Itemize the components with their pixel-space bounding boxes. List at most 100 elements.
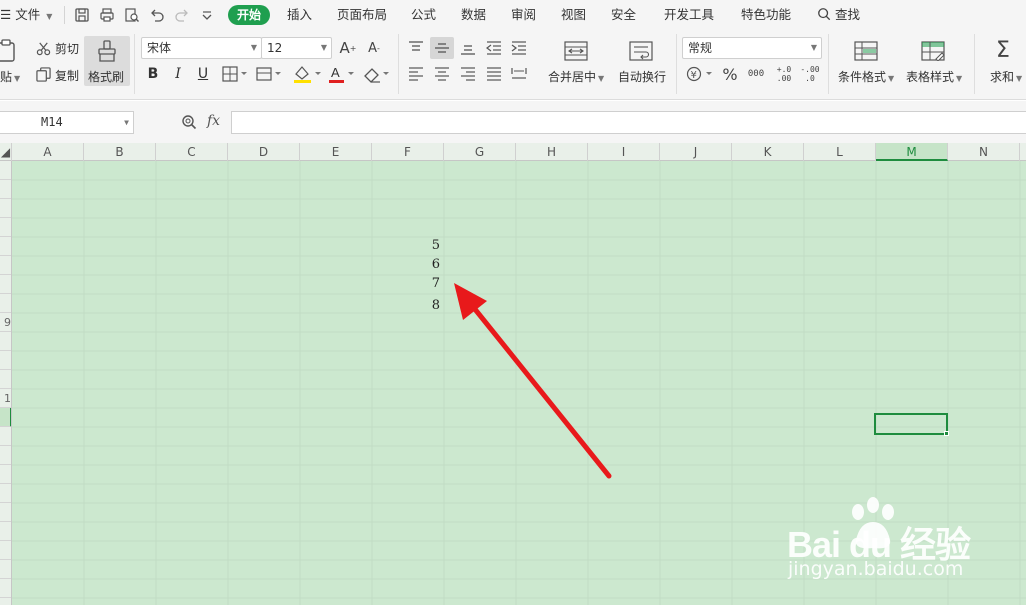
column-header-j[interactable]: J [660,143,732,161]
search-button[interactable]: 查找 [817,0,860,30]
wrap-text-button[interactable]: 自动换行 [618,68,666,85]
sum-button[interactable]: 求和 ▼ [990,68,1022,85]
justify-icon[interactable] [485,66,503,82]
decrease-indent-icon[interactable] [485,40,503,56]
increase-decimal-icon[interactable]: +.0 .00 [773,63,795,85]
row-header[interactable] [0,237,11,256]
redo-icon[interactable] [174,7,190,23]
fill-color-icon[interactable] [292,64,322,84]
row-header[interactable] [0,427,11,446]
customize-toolbar-icon[interactable] [199,7,215,23]
row-header[interactable] [0,256,11,275]
row-header[interactable] [0,560,11,579]
decrease-decimal-icon[interactable]: -.00 .0 [799,63,821,85]
font-name-select[interactable]: 宋体 ▼ [141,37,262,59]
column-header-d[interactable]: D [228,143,300,161]
row-header[interactable]: 9 [0,313,11,332]
row-header[interactable]: 1 [0,389,11,408]
print-icon[interactable] [99,7,115,23]
column-header-n[interactable]: N [948,143,1020,161]
tab-insert[interactable]: 插入 [287,0,312,30]
merge-center-icon[interactable] [563,40,589,62]
conditional-format-icon[interactable] [853,40,879,62]
zoom-formula-icon[interactable] [180,113,198,131]
conditional-format-button[interactable]: 条件格式 ▼ [838,68,894,85]
row-header[interactable] [0,351,11,370]
selected-cell-m14[interactable] [874,413,948,435]
row-header[interactable] [0,332,11,351]
tab-security[interactable]: 安全 [611,0,636,30]
table-style-icon[interactable] [920,40,946,62]
align-center-icon[interactable] [433,66,451,82]
sum-icon[interactable]: Σ [991,38,1015,63]
scissors-icon[interactable] [35,40,51,56]
tab-data[interactable]: 数据 [461,0,486,30]
table-style-button[interactable]: 表格样式 ▼ [906,68,962,85]
eraser-icon[interactable] [362,64,390,84]
thousands-separator-icon[interactable]: 000 [745,64,767,84]
align-top-icon[interactable] [407,40,425,56]
row-header[interactable] [0,598,11,605]
column-header-e[interactable]: E [300,143,372,161]
column-header-c[interactable]: C [156,143,228,161]
row-header[interactable] [0,275,11,294]
merge-center-button[interactable]: 合并居中 ▼ [548,68,604,85]
borders-icon[interactable] [222,65,248,83]
row-header[interactable] [0,294,11,313]
paste-icon[interactable] [0,38,18,64]
select-all-corner[interactable]: ◢ [0,143,12,161]
increase-font-icon[interactable]: A + [338,38,358,58]
row-header[interactable] [0,484,11,503]
row-header[interactable] [0,446,11,465]
distributed-align-icon[interactable] [510,66,528,82]
row-header[interactable] [0,465,11,484]
percent-icon[interactable]: % [720,64,740,84]
save-icon[interactable] [74,7,90,23]
tab-view[interactable]: 视图 [561,0,586,30]
tab-page-layout[interactable]: 页面布局 [337,0,387,30]
cell-f5[interactable]: 5 [372,238,444,253]
row-header[interactable] [0,579,11,598]
paste-button[interactable]: 粘贴▼ [0,68,20,85]
column-header-f[interactable]: F [372,143,444,161]
row-header[interactable] [0,218,11,237]
align-middle-icon[interactable] [430,37,454,59]
underline-icon[interactable]: U [195,65,211,83]
formula-input[interactable] [231,111,1026,134]
row-header[interactable] [0,199,11,218]
column-header-a[interactable]: A [12,143,84,161]
italic-icon[interactable]: I [170,65,186,83]
decrease-font-icon[interactable]: A- [364,38,384,58]
tab-formulas[interactable]: 公式 [411,0,436,30]
fill-handle[interactable] [944,431,949,436]
tab-review[interactable]: 审阅 [511,0,536,30]
name-box[interactable]: M14 ▼ [0,111,134,134]
tab-developer[interactable]: 开发工具 [664,0,714,30]
align-left-icon[interactable] [407,66,425,82]
main-menu-button[interactable]: ☰ 文件 ▼ [0,0,52,30]
row-header[interactable] [0,408,11,427]
cell-f8[interactable]: 8 [372,298,444,313]
column-header-m[interactable]: M [876,143,948,161]
align-right-icon[interactable] [459,66,477,82]
number-format-select[interactable]: 常规 ▼ [682,37,822,59]
cell-f7[interactable]: 7 [372,276,444,291]
column-header-l[interactable]: L [804,143,876,161]
column-header-b[interactable]: B [84,143,156,161]
row-header[interactable] [0,522,11,541]
bold-icon[interactable]: B [145,65,161,83]
align-bottom-icon[interactable] [459,40,477,56]
column-header-h[interactable]: H [516,143,588,161]
insert-function-button[interactable]: fx [207,113,220,129]
print-preview-icon[interactable] [124,7,140,23]
row-header[interactable] [0,161,11,180]
undo-icon[interactable] [149,7,165,23]
cut-button[interactable]: 剪切 [55,40,79,57]
cell-f6[interactable]: 6 [372,257,444,272]
format-painter-button[interactable]: 格式刷 [84,36,130,86]
column-header-k[interactable]: K [732,143,804,161]
row-header[interactable] [0,180,11,199]
tab-special-features[interactable]: 特色功能 [741,0,791,30]
cell-format-icon[interactable] [256,65,282,83]
increase-indent-icon[interactable] [510,40,528,56]
